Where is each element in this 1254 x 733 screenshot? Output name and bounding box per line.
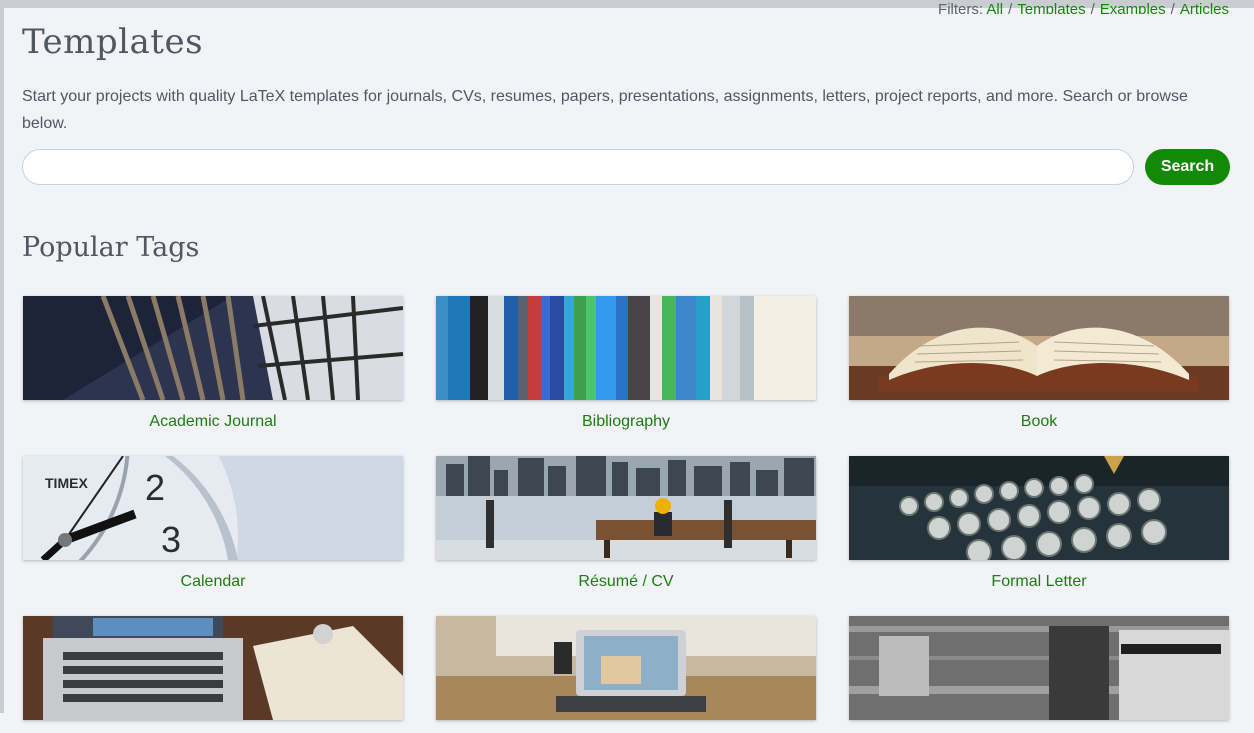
tag-card-book[interactable]: Book bbox=[849, 296, 1229, 431]
magazine-blur-image[interactable] bbox=[849, 616, 1229, 720]
tag-label-book[interactable]: Book bbox=[849, 413, 1229, 431]
filter-separator: / bbox=[1170, 1, 1175, 14]
open-book-image[interactable] bbox=[849, 296, 1229, 400]
clock-image[interactable]: TIMEX 2 3 bbox=[23, 456, 403, 560]
bench-skyline-image[interactable] bbox=[436, 456, 816, 560]
laptop-desk-image[interactable] bbox=[23, 616, 403, 720]
tag-label-calendar[interactable]: Calendar bbox=[23, 573, 403, 591]
tag-label-academic-journal[interactable]: Academic Journal bbox=[23, 413, 403, 431]
laptop-window-image[interactable] bbox=[436, 616, 816, 720]
filter-all-link[interactable]: All bbox=[986, 1, 1003, 14]
svg-text:3: 3 bbox=[161, 519, 181, 560]
page-title: Templates bbox=[22, 22, 204, 62]
search-button[interactable]: Search bbox=[1145, 149, 1230, 185]
filter-separator: / bbox=[1008, 1, 1013, 14]
filter-examples-link[interactable]: Examples bbox=[1100, 1, 1166, 14]
tag-label-formal-letter[interactable]: Formal Letter bbox=[849, 573, 1229, 591]
filters-bar: Filters: All / Templates / Examples / Articles bbox=[938, 0, 1229, 14]
filter-articles-link[interactable]: Articles bbox=[1180, 1, 1229, 14]
svg-text:TIMEX: TIMEX bbox=[45, 475, 88, 491]
typewriter-image[interactable] bbox=[849, 456, 1229, 560]
tag-card-calendar[interactable]: TIMEX 2 3 Calendar bbox=[23, 456, 403, 591]
filters-prefix: Filters: bbox=[938, 1, 984, 14]
tag-label-resume-cv[interactable]: Résumé / CV bbox=[436, 573, 816, 591]
library-shelves-image[interactable] bbox=[23, 296, 403, 400]
filter-templates-link[interactable]: Templates bbox=[1017, 1, 1085, 14]
filter-separator: / bbox=[1090, 1, 1095, 14]
left-edge bbox=[0, 0, 4, 713]
popular-tags-title: Popular Tags bbox=[22, 232, 200, 263]
tag-label-bibliography[interactable]: Bibliography bbox=[436, 413, 816, 431]
tag-card-row3-3[interactable] bbox=[849, 616, 1229, 733]
book-spines-image[interactable] bbox=[436, 296, 816, 400]
svg-text:2: 2 bbox=[145, 467, 165, 508]
tag-card-row3-1[interactable] bbox=[23, 616, 403, 733]
tag-card-formal-letter[interactable]: Formal Letter bbox=[849, 456, 1229, 591]
tag-card-bibliography[interactable]: Bibliography bbox=[436, 296, 816, 431]
intro-text: Start your projects with quality LaTeX t… bbox=[22, 88, 1188, 132]
tag-card-academic-journal[interactable]: Academic Journal bbox=[23, 296, 403, 431]
search-input[interactable] bbox=[22, 149, 1134, 185]
tag-card-resume-cv[interactable]: Résumé / CV bbox=[436, 456, 816, 591]
tag-card-row3-2[interactable] bbox=[436, 616, 816, 733]
